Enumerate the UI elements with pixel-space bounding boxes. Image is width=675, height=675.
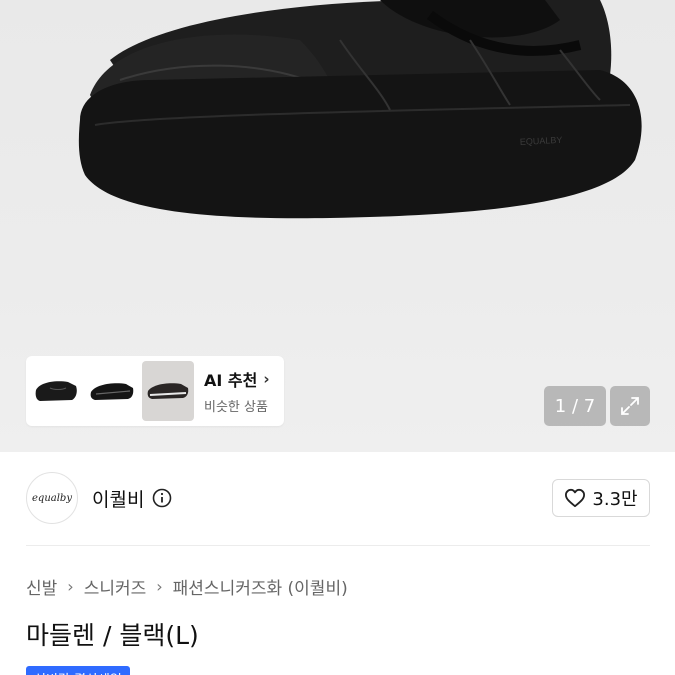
like-button[interactable]: 3.3만 xyxy=(552,479,650,517)
ai-recommend-subtitle: 비슷한 상품 xyxy=(204,400,268,415)
expand-button[interactable] xyxy=(610,386,650,426)
thumbnail-1[interactable] xyxy=(30,361,82,421)
image-counter: 1 / 7 xyxy=(544,386,606,426)
heart-icon xyxy=(565,488,586,508)
chevron-right-icon: › xyxy=(263,370,270,388)
thumbnail-3[interactable] xyxy=(142,361,194,421)
info-icon[interactable] xyxy=(152,488,172,508)
like-count: 3.3만 xyxy=(592,489,638,510)
breadcrumb: 신발 › 스니커즈 › 패션스니커즈화 (이퀄비) xyxy=(26,574,348,599)
expand-icon xyxy=(621,397,639,415)
divider xyxy=(26,545,650,546)
product-title: 마들렌 / 블랙(L) xyxy=(26,621,199,650)
product-image-gallery[interactable]: EQUALBY AI 추천 › 비슷한 상품 1 / 7 xyxy=(0,0,675,452)
seller-logo-text: equalby xyxy=(32,492,72,504)
chevron-right-icon: › xyxy=(156,577,163,596)
ai-recommend-card[interactable]: AI 추천 › 비슷한 상품 xyxy=(26,356,284,426)
shoe-thumbnail-icon xyxy=(35,381,77,401)
sale-badge: 신비감 결산세일 xyxy=(26,666,130,675)
thumbnail-2[interactable] xyxy=(86,361,138,421)
seller-row: equalby 이퀄비 3.3만 xyxy=(26,470,650,526)
chevron-right-icon: › xyxy=(67,577,74,596)
seller-logo[interactable]: equalby xyxy=(26,472,78,524)
seller-name[interactable]: 이퀄비 xyxy=(92,485,144,512)
breadcrumb-item-sneakers[interactable]: 스니커즈 xyxy=(84,574,147,599)
shoe-thumbnail-icon xyxy=(147,383,189,399)
ai-recommend-title: AI 추천 xyxy=(204,371,258,390)
shoe-thumbnail-icon xyxy=(90,383,134,400)
breadcrumb-item-shoes[interactable]: 신발 xyxy=(26,574,57,599)
breadcrumb-item-fashion-sneakers[interactable]: 패션스니커즈화 (이퀄비) xyxy=(173,574,348,599)
